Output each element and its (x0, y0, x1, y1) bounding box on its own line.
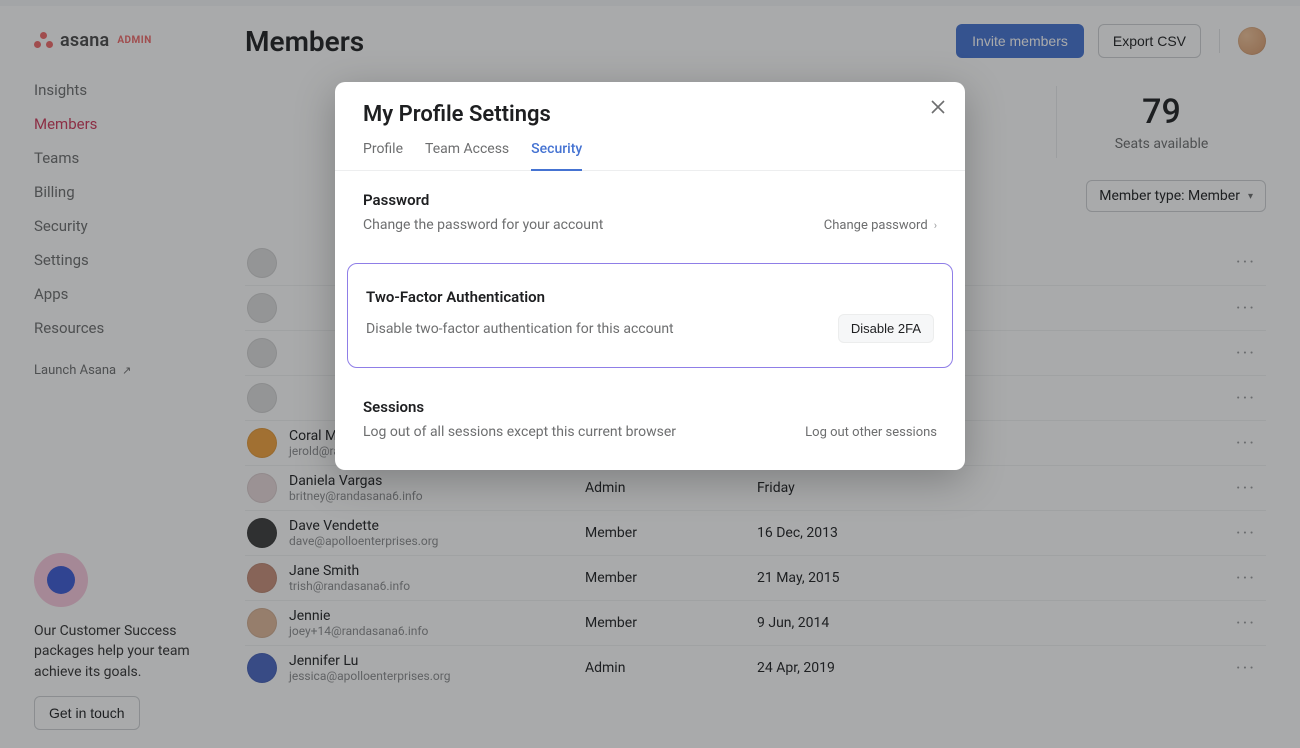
tab-security[interactable]: Security (531, 141, 582, 171)
close-icon[interactable] (931, 100, 945, 114)
two-factor-heading: Two-Factor Authentication (366, 288, 934, 306)
change-password-label: Change password (824, 218, 928, 233)
two-factor-section: Two-Factor Authentication Disable two-fa… (347, 263, 953, 368)
sessions-section: Sessions Log out of all sessions except … (335, 378, 965, 460)
two-factor-description: Disable two-factor authentication for th… (366, 321, 674, 337)
change-password-link[interactable]: Change password › (824, 218, 937, 233)
profile-settings-modal: My Profile Settings Profile Team Access … (335, 82, 965, 470)
modal-tabs: Profile Team Access Security (335, 127, 965, 171)
password-description: Change the password for your account (363, 217, 603, 233)
modal-title: My Profile Settings (363, 102, 937, 127)
password-section: Password Change the password for your ac… (335, 171, 965, 253)
logout-other-sessions-link[interactable]: Log out other sessions (805, 425, 937, 440)
sessions-description: Log out of all sessions except this curr… (363, 424, 676, 440)
chevron-right-icon: › (934, 219, 937, 232)
disable-2fa-button[interactable]: Disable 2FA (838, 314, 934, 343)
tab-team-access[interactable]: Team Access (425, 141, 509, 170)
sessions-heading: Sessions (363, 398, 937, 416)
logout-other-sessions-label: Log out other sessions (805, 425, 937, 440)
password-heading: Password (363, 191, 937, 209)
tab-profile[interactable]: Profile (363, 141, 403, 170)
